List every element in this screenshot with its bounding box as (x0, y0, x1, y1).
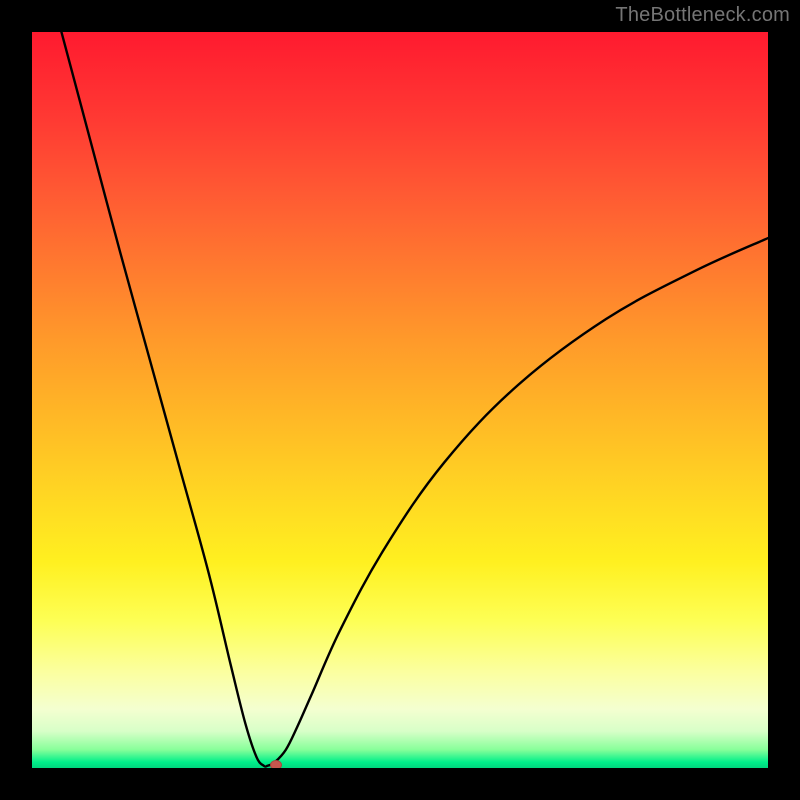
attribution-text: TheBottleneck.com (615, 4, 790, 27)
plot-area (32, 32, 768, 768)
optimal-point-marker (270, 760, 282, 768)
bottleneck-curve (32, 32, 768, 768)
